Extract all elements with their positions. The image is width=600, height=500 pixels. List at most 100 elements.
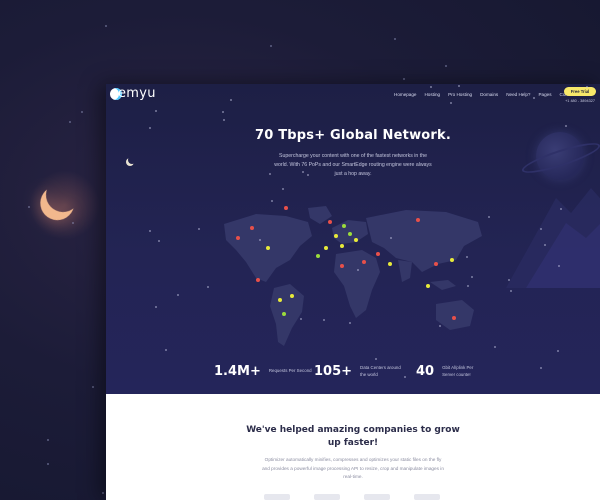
- partner-logo: [364, 494, 390, 500]
- network-marker: [450, 258, 454, 262]
- network-marker: [426, 284, 430, 288]
- partner-logo: [414, 494, 440, 500]
- star: [430, 86, 432, 88]
- network-marker: [282, 312, 286, 316]
- stats-bar: 1.4M+ Requests Per Second 105+ Data Cent…: [106, 354, 600, 394]
- phone-number[interactable]: +1 480 - 3894327: [564, 99, 596, 103]
- section-title: We've helped amazing companies to grow u…: [246, 425, 460, 448]
- network-marker: [340, 244, 344, 248]
- stat-value: 105+: [314, 364, 353, 379]
- star: [72, 222, 74, 224]
- network-marker: [324, 246, 328, 250]
- network-marker: [250, 226, 254, 230]
- network-marker: [278, 298, 282, 302]
- network-marker: [434, 262, 438, 266]
- star: [450, 102, 452, 104]
- star: [394, 38, 396, 40]
- stat-value: 1.4M+: [214, 364, 261, 379]
- star: [282, 188, 284, 190]
- logo[interactable]: emyu: [110, 86, 156, 101]
- star: [466, 256, 468, 258]
- star: [494, 346, 496, 348]
- star: [533, 97, 535, 99]
- stat-label: Data Centers around the world: [360, 365, 401, 377]
- network-marker: [290, 294, 294, 298]
- star: [445, 65, 447, 67]
- star: [47, 463, 49, 465]
- star: [270, 45, 272, 47]
- stat-label: Requests Per Second: [268, 368, 312, 374]
- star: [92, 386, 94, 388]
- network-marker: [416, 218, 420, 222]
- star: [307, 174, 309, 176]
- star: [540, 228, 542, 230]
- network-marker: [256, 278, 260, 282]
- nav-link-need-help[interactable]: Need Help?: [506, 92, 530, 97]
- mountain-illustration: [506, 188, 600, 288]
- network-marker: [340, 264, 344, 268]
- website-preview: emyu Homepage Hosting Pro Hosting Domain…: [106, 84, 600, 500]
- star: [565, 125, 567, 127]
- star: [271, 200, 273, 202]
- star: [81, 111, 83, 113]
- partner-logo: [264, 494, 290, 500]
- nav-cta: Free Trial +1 480 - 3894327: [564, 87, 596, 103]
- section-description: Optimizer automatically minifies, compre…: [262, 457, 444, 479]
- hero-title: 70 Tbps+ Global Network.: [254, 128, 452, 143]
- star: [149, 230, 151, 232]
- star: [323, 319, 325, 321]
- world-map: [216, 202, 488, 352]
- star: [302, 171, 304, 173]
- network-marker: [266, 246, 270, 250]
- network-marker: [452, 316, 456, 320]
- network-marker: [354, 238, 358, 242]
- star: [177, 294, 179, 296]
- stat-requests: 1.4M+ Requests Per Second: [214, 364, 313, 379]
- nav-links: Homepage Hosting Pro Hosting Domains Nee…: [394, 92, 582, 97]
- star: [158, 240, 160, 242]
- star: [403, 78, 405, 80]
- network-marker: [236, 236, 240, 240]
- star: [230, 99, 232, 101]
- star: [223, 119, 225, 121]
- star: [198, 228, 200, 230]
- star: [510, 290, 512, 292]
- partner-logo: [314, 494, 340, 500]
- star: [259, 239, 261, 241]
- star: [467, 285, 469, 287]
- star: [155, 110, 157, 112]
- star: [488, 216, 490, 218]
- nav-link-pro-hosting[interactable]: Pro Hosting: [448, 92, 472, 97]
- nav-link-hosting[interactable]: Hosting: [424, 92, 440, 97]
- stat-label: Gbit Al/plink Per Server counte!: [442, 365, 474, 377]
- star: [155, 306, 157, 308]
- nav-link-domains[interactable]: Domains: [480, 92, 498, 97]
- hero-description: Supercharge your content with one of the…: [274, 153, 432, 177]
- star: [404, 376, 406, 378]
- stat-data-centers: 105+ Data Centers around the world: [314, 364, 404, 379]
- star: [458, 85, 460, 87]
- star: [390, 237, 392, 239]
- logo-text: emyu: [118, 86, 156, 101]
- star: [165, 349, 167, 351]
- nav-link-pages[interactable]: Pages: [538, 92, 551, 97]
- network-marker: [284, 206, 288, 210]
- star: [544, 244, 546, 246]
- star: [557, 350, 559, 352]
- world-map-shape: [224, 206, 482, 346]
- companies-section: We've helped amazing companies to grow u…: [106, 394, 600, 500]
- crescent-moon-icon: [128, 156, 136, 164]
- network-marker: [334, 234, 338, 238]
- network-marker: [362, 260, 366, 264]
- star: [102, 492, 104, 494]
- star: [349, 322, 351, 324]
- free-trial-button[interactable]: Free Trial: [564, 87, 596, 96]
- star: [586, 86, 588, 88]
- star: [269, 173, 271, 175]
- stat-value: 40: [416, 364, 435, 379]
- nav-link-homepage[interactable]: Homepage: [394, 92, 416, 97]
- network-marker: [342, 224, 346, 228]
- network-marker: [376, 252, 380, 256]
- star: [508, 279, 510, 281]
- star: [149, 127, 151, 129]
